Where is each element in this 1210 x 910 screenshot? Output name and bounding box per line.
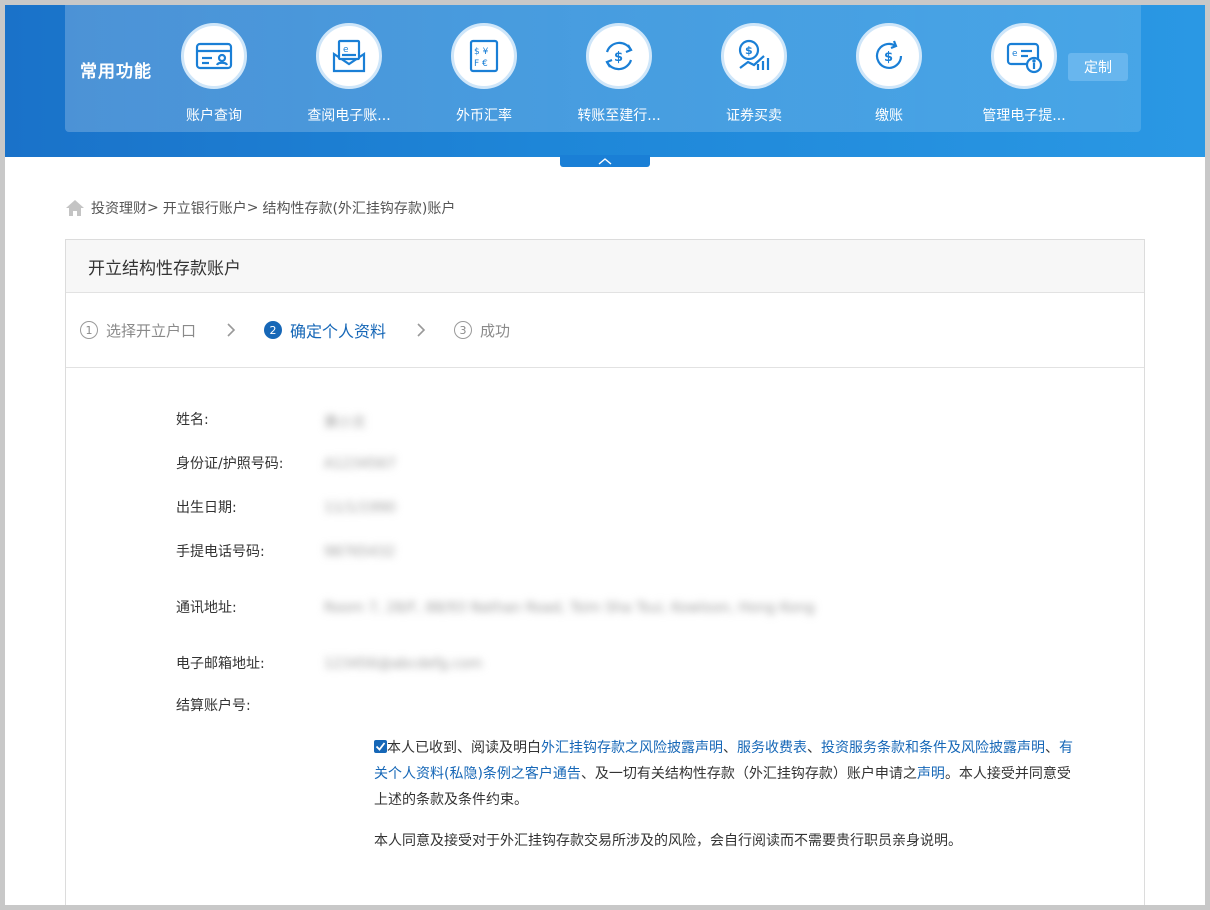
link-fx-risk-disclosure[interactable]: 外汇挂钩存款之风险披露声明 <box>541 740 723 756</box>
field-value-email: 123456@abcdefg.com <box>324 656 483 672</box>
home-icon[interactable] <box>65 199 85 217</box>
step-indicator: 1 选择开立户口 2 确定个人资料 3 成功 <box>66 293 1144 368</box>
currency-exchange-icon: $ ¥ F € <box>451 23 517 89</box>
link-fee-schedule[interactable]: 服务收费表 <box>737 740 807 756</box>
step-number: 2 <box>264 321 283 339</box>
check-icon <box>375 742 386 751</box>
field-label-id-number: 身份证/护照号码: <box>176 456 284 472</box>
customize-button[interactable]: 定制 <box>1068 53 1128 81</box>
quick-function-fx-rate[interactable]: $ ¥ F € 外币汇率 <box>423 23 551 127</box>
quick-function-label: 管理电子提... <box>982 108 1066 124</box>
quick-functions-banner: 常用功能 账户查询 e 查阅电子账... $ ¥ F € 外币汇率 $ 转账至建… <box>5 5 1205 157</box>
bill-payment-icon: $ <box>856 23 922 89</box>
page: 常用功能 账户查询 e 查阅电子账... $ ¥ F € 外币汇率 $ 转账至建… <box>5 5 1205 905</box>
link-investment-terms[interactable]: 投资服务条款和条件及风险披露声明 <box>821 740 1045 756</box>
chevron-right-icon <box>417 323 426 337</box>
step-2: 2 确定个人资料 <box>264 318 386 342</box>
step-1: 1 选择开立户口 <box>80 320 196 341</box>
agreement-separator: 、 <box>1045 740 1059 756</box>
breadcrumb-item-open-account[interactable]: 开立银行账户 <box>163 198 247 218</box>
svg-text:e: e <box>1012 49 1018 59</box>
quick-function-label: 外币汇率 <box>456 108 512 124</box>
link-declaration[interactable]: 声明 <box>917 766 945 782</box>
quick-function-label: 证券买卖 <box>726 108 782 124</box>
chevron-up-icon <box>598 158 612 165</box>
quick-function-e-statement[interactable]: e 查阅电子账... <box>288 23 416 127</box>
step-number: 1 <box>80 321 98 339</box>
svg-text:$: $ <box>614 50 623 65</box>
svg-text:F €: F € <box>474 59 488 69</box>
step-number: 3 <box>454 321 473 339</box>
svg-text:e: e <box>343 45 349 55</box>
agreement-text: 、及一切有关结构性存款（外汇挂钩存款）账户申请之 <box>580 766 917 782</box>
collapse-banner-tab[interactable] <box>560 155 650 167</box>
field-label-email: 电子邮箱地址: <box>176 656 265 672</box>
agreement-separator: 、 <box>807 740 821 756</box>
agreement-text: 本人已收到、阅读及明白 <box>387 740 541 756</box>
open-account-card: 开立结构性存款账户 1 选择开立户口 2 确定个人资料 3 成功 姓名: 黄小文… <box>65 239 1145 905</box>
chevron-right-icon <box>227 323 236 337</box>
card-title: 开立结构性存款账户 <box>66 240 1144 293</box>
field-value-address: Room 7, 28/F, 88/93 Nathan Road, Tsim Sh… <box>324 600 815 616</box>
svg-text:$: $ <box>745 44 753 57</box>
agreement-declaration: 本人已收到、阅读及明白外汇挂钩存款之风险披露声明、服务收费表、投资服务条款和条件… <box>374 735 1074 813</box>
quick-function-label: 查阅电子账... <box>307 108 391 124</box>
quick-functions-title: 常用功能 <box>80 62 152 82</box>
field-label-settlement-account: 结算账户号: <box>176 698 251 714</box>
field-label-address: 通讯地址: <box>176 600 237 616</box>
securities-chart-icon: $ <box>721 23 787 89</box>
step-label: 选择开立户口 <box>106 321 197 340</box>
e-statement-envelope-icon: e <box>316 23 382 89</box>
e-notice-info-icon: e <box>991 23 1057 89</box>
breadcrumb-item-investment[interactable]: 投资理财 <box>91 198 147 218</box>
field-label-mobile: 手提电话号码: <box>176 544 265 560</box>
quick-function-label: 缴账 <box>875 108 903 124</box>
quick-function-account-query[interactable]: 账户查询 <box>153 23 281 127</box>
transfer-dollar-icon: $ <box>586 23 652 89</box>
svg-text:$: $ <box>884 50 893 65</box>
quick-functions-panel: 常用功能 账户查询 e 查阅电子账... $ ¥ F € 外币汇率 $ 转账至建… <box>65 5 1141 132</box>
field-value-birth-date: 11/1/1990 <box>324 500 396 516</box>
quick-function-label: 转账至建行... <box>577 108 661 124</box>
step-3: 3 成功 <box>454 320 510 341</box>
field-value-mobile: 98765432 <box>324 544 396 560</box>
step-label: 确定个人资料 <box>290 322 387 341</box>
quick-function-bill-payment[interactable]: $ 缴账 <box>828 23 956 127</box>
breadcrumb-separator: > <box>246 200 259 216</box>
field-value-name: 黄小文 <box>324 415 366 431</box>
svg-text:$ ¥: $ ¥ <box>474 47 489 57</box>
quick-function-securities[interactable]: $ 证券买卖 <box>693 23 821 127</box>
agreement-separator: 、 <box>723 740 737 756</box>
quick-function-transfer[interactable]: $ 转账至建行... <box>558 23 686 127</box>
field-value-id-number: A1234567 <box>324 456 396 472</box>
breadcrumb-separator: > <box>147 200 159 216</box>
risk-acceptance-statement: 本人同意及接受对于外汇挂钩存款交易所涉及的风险，会自行阅读而不需要贵行职员亲身说… <box>374 833 962 849</box>
account-card-icon <box>181 23 247 89</box>
breadcrumb-item-current: 结构性存款(外汇挂钩存款)账户 <box>262 201 456 217</box>
field-label-name: 姓名: <box>176 412 209 428</box>
field-label-birth-date: 出生日期: <box>176 500 237 516</box>
step-label: 成功 <box>480 321 511 340</box>
breadcrumb: 投资理财 > 开立银行账户 > 结构性存款(外汇挂钩存款)账户 <box>65 198 455 218</box>
agreement-checkbox[interactable] <box>374 740 387 753</box>
quick-function-label: 账户查询 <box>186 108 242 124</box>
